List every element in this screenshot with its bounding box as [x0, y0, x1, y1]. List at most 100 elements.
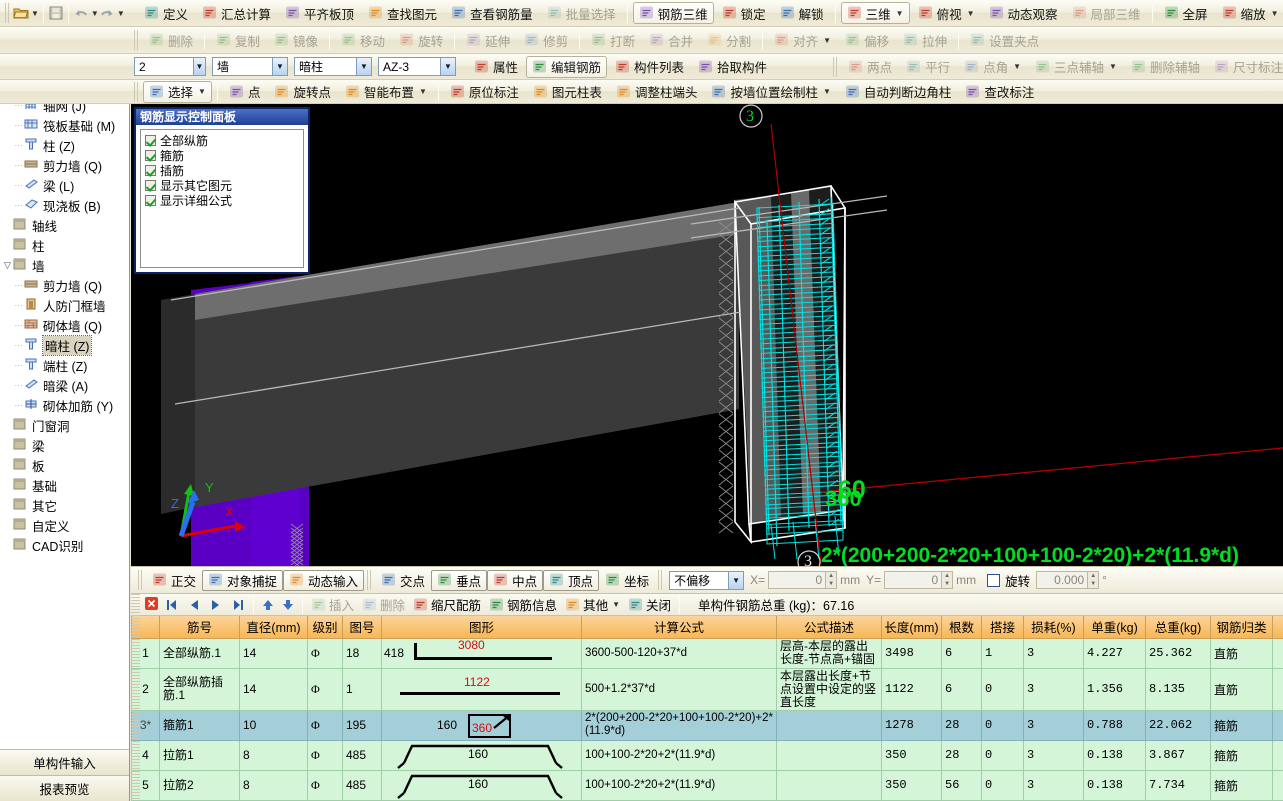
cell-total_weight[interactable]: 22.062	[1145, 709, 1211, 741]
cell-loss[interactable]: 3	[1023, 667, 1084, 711]
cell-loss[interactable]: 3	[1023, 769, 1084, 801]
rebar-table[interactable]: 筋号 直径(mm) 级别 图号 图形 计算公式 公式描述 长度(mm) 根数 搭接 损耗(%) 单重(…	[131, 616, 1283, 801]
pick-member-button[interactable]: 拾取构件	[692, 56, 773, 78]
cell-shape_no[interactable]: 485	[342, 739, 382, 771]
table-row[interactable]: 2 全部纵筋插筋.1 14 Φ 1 1122 500+1.2*37*d 本层露出长度+节点设置…	[131, 667, 1283, 711]
other-button[interactable]: 其他 ▼	[561, 595, 624, 614]
chevron-down-icon[interactable]: ▼	[193, 58, 205, 75]
cell-count[interactable]: 6	[941, 637, 982, 669]
column-header-count[interactable]: 根数	[941, 616, 982, 639]
chevron-down-icon[interactable]: ▼	[896, 9, 904, 18]
column-header-extra[interactable]	[1272, 616, 1283, 639]
cell-loss[interactable]: 3	[1023, 709, 1084, 741]
tree-item--[interactable]: 门窗洞	[0, 415, 129, 435]
rebar-panel-item-0[interactable]: 全部纵筋	[145, 133, 303, 148]
cell-class[interactable]: 箍筋	[1210, 739, 1273, 771]
dynamic-input-button[interactable]: 动态输入	[283, 569, 365, 591]
y-spinner[interactable]: ▲ ▼	[942, 571, 954, 589]
rebar-panel-item-3[interactable]: 显示其它图元	[145, 178, 303, 193]
chevron-down-icon[interactable]: ▼	[823, 87, 831, 96]
cell-unit_weight[interactable]: 4.227	[1083, 637, 1146, 669]
tree-item--[interactable]: ⋯ 筏板基础 (M)	[0, 115, 129, 135]
next-record-button[interactable]	[205, 595, 227, 614]
move-up-button[interactable]	[258, 595, 278, 614]
cell-length[interactable]: 350	[881, 739, 942, 771]
align-slab-top-button[interactable]: 平齐板顶	[279, 2, 360, 24]
cell-name[interactable]: 拉筋1	[159, 739, 240, 771]
coordinate-button[interactable]: 坐标	[599, 570, 655, 591]
checkbox-icon[interactable]	[145, 135, 156, 146]
cell-shape[interactable]: 160	[381, 739, 582, 771]
lock-button[interactable]: 锁定	[716, 2, 772, 24]
cell-lap[interactable]: 1	[981, 637, 1024, 669]
offset-mode-select[interactable]: 不偏移 ▼	[669, 570, 745, 590]
cell-lap[interactable]: 0	[981, 739, 1024, 771]
snapbar-gripper[interactable]	[138, 570, 143, 590]
subtype-select[interactable]: 暗柱 ▼	[294, 57, 372, 76]
point-button[interactable]: 点	[223, 81, 267, 103]
close-grid-badge-icon[interactable]	[145, 596, 161, 613]
column-header-class[interactable]: 钢筋归类	[1210, 616, 1273, 639]
cell-count[interactable]: 6	[941, 667, 982, 711]
snapbar-gripper-2[interactable]	[367, 570, 373, 590]
chevron-down-icon[interactable]: ▼	[198, 87, 206, 96]
rotate-input[interactable]: 0.000	[1036, 571, 1089, 589]
cell-total_weight[interactable]: 7.734	[1145, 769, 1211, 801]
redo-icon[interactable]	[99, 5, 115, 21]
tree-item-cad-[interactable]: CAD识别	[0, 535, 129, 555]
check-annotation-button[interactable]: 查改标注	[959, 81, 1040, 103]
tree-item--[interactable]: ⋯ 砌体加筋 (Y)	[0, 395, 129, 415]
cell-formula[interactable]: 3600-500-120+37*d	[581, 637, 777, 669]
cell-desc[interactable]	[776, 709, 882, 741]
cell-formula[interactable]: 100+100-2*20+2*(11.9*d)	[581, 739, 777, 771]
undo-dropdown-icon[interactable]: ▼	[91, 9, 99, 18]
tree-item--[interactable]: 板	[0, 455, 129, 475]
chevron-down-icon[interactable]: ▼	[728, 571, 744, 589]
in-place-annotation-button[interactable]: 原位标注	[444, 81, 525, 103]
floor-select[interactable]: 2 ▼	[134, 57, 206, 76]
member-select[interactable]: AZ-3 ▼	[378, 57, 456, 76]
redo-dropdown-icon[interactable]: ▼	[117, 9, 125, 18]
open-file-icon[interactable]	[13, 5, 29, 21]
table-row[interactable]: 5 拉筋2 8 Φ 485 160 100+100-2*20+2*(11.9*d) 350 56…	[131, 769, 1283, 801]
cell-diameter[interactable]: 8	[239, 769, 308, 801]
tree-item--[interactable]: ⋯ 人防门框墙	[0, 295, 129, 315]
y-input[interactable]: 0	[884, 571, 943, 589]
midpoint-button[interactable]: 中点	[487, 569, 544, 591]
define-button[interactable]: 定义	[138, 2, 194, 24]
tree-item--[interactable]: 轴线	[0, 215, 129, 235]
cell-name[interactable]: 拉筋2	[159, 769, 240, 801]
rebar-3d-button[interactable]: 钢筋三维	[632, 2, 714, 24]
x-input[interactable]: 0	[768, 571, 827, 589]
cell-lap[interactable]: 0	[981, 769, 1024, 801]
axis-toolbar-gripper[interactable]	[833, 56, 839, 77]
cell-unit_weight[interactable]: 0.138	[1083, 739, 1146, 771]
chevron-down-icon[interactable]: ▼	[967, 9, 975, 18]
rebar-display-control-panel[interactable]: 钢筋显示控制面板 全部纵筋 箍筋 插筋 显示其它图元 显示详细公式	[134, 107, 310, 274]
cell-count[interactable]: 28	[941, 739, 982, 771]
vertex-button[interactable]: 顶点	[543, 569, 600, 591]
element-column-table-button[interactable]: 图元柱表	[527, 81, 608, 103]
rebar-panel-checkbox-list[interactable]: 全部纵筋 箍筋 插筋 显示其它图元 显示详细公式	[140, 129, 304, 268]
cell-grade[interactable]: Φ	[307, 739, 343, 771]
cell-total_weight[interactable]: 3.867	[1145, 739, 1211, 771]
zoom-button[interactable]: 缩放 ▼	[1216, 2, 1283, 24]
prev-record-button[interactable]	[183, 595, 205, 614]
cell-length[interactable]: 350	[881, 769, 942, 801]
open-file-dropdown-icon[interactable]: ▼	[31, 9, 39, 18]
3d-viewport[interactable]: 3 3 360 60 2*(200+200-2*20+100+100-2*20)…	[131, 104, 1283, 566]
rebar-panel-item-1[interactable]: 箍筋	[145, 148, 303, 163]
report-preview-button[interactable]: 报表预览	[0, 775, 129, 801]
tree-item--[interactable]: 梁	[0, 435, 129, 455]
column-header-unit_weight[interactable]: 单重(kg)	[1083, 616, 1146, 639]
cell-length[interactable]: 3498	[881, 637, 942, 669]
cell-extra[interactable]	[1272, 739, 1283, 771]
single-member-input-button[interactable]: 单构件输入	[0, 749, 129, 775]
rotate-spinner[interactable]: ▲ ▼	[1088, 571, 1100, 589]
cell-diameter[interactable]: 14	[239, 637, 308, 669]
unlock-button[interactable]: 解锁	[774, 2, 830, 24]
orbit-button[interactable]: 动态观察	[983, 2, 1064, 24]
properties-button[interactable]: 属性	[468, 56, 524, 78]
cell-total_weight[interactable]: 8.135	[1145, 667, 1211, 711]
cell-class[interactable]: 直筋	[1210, 637, 1273, 669]
